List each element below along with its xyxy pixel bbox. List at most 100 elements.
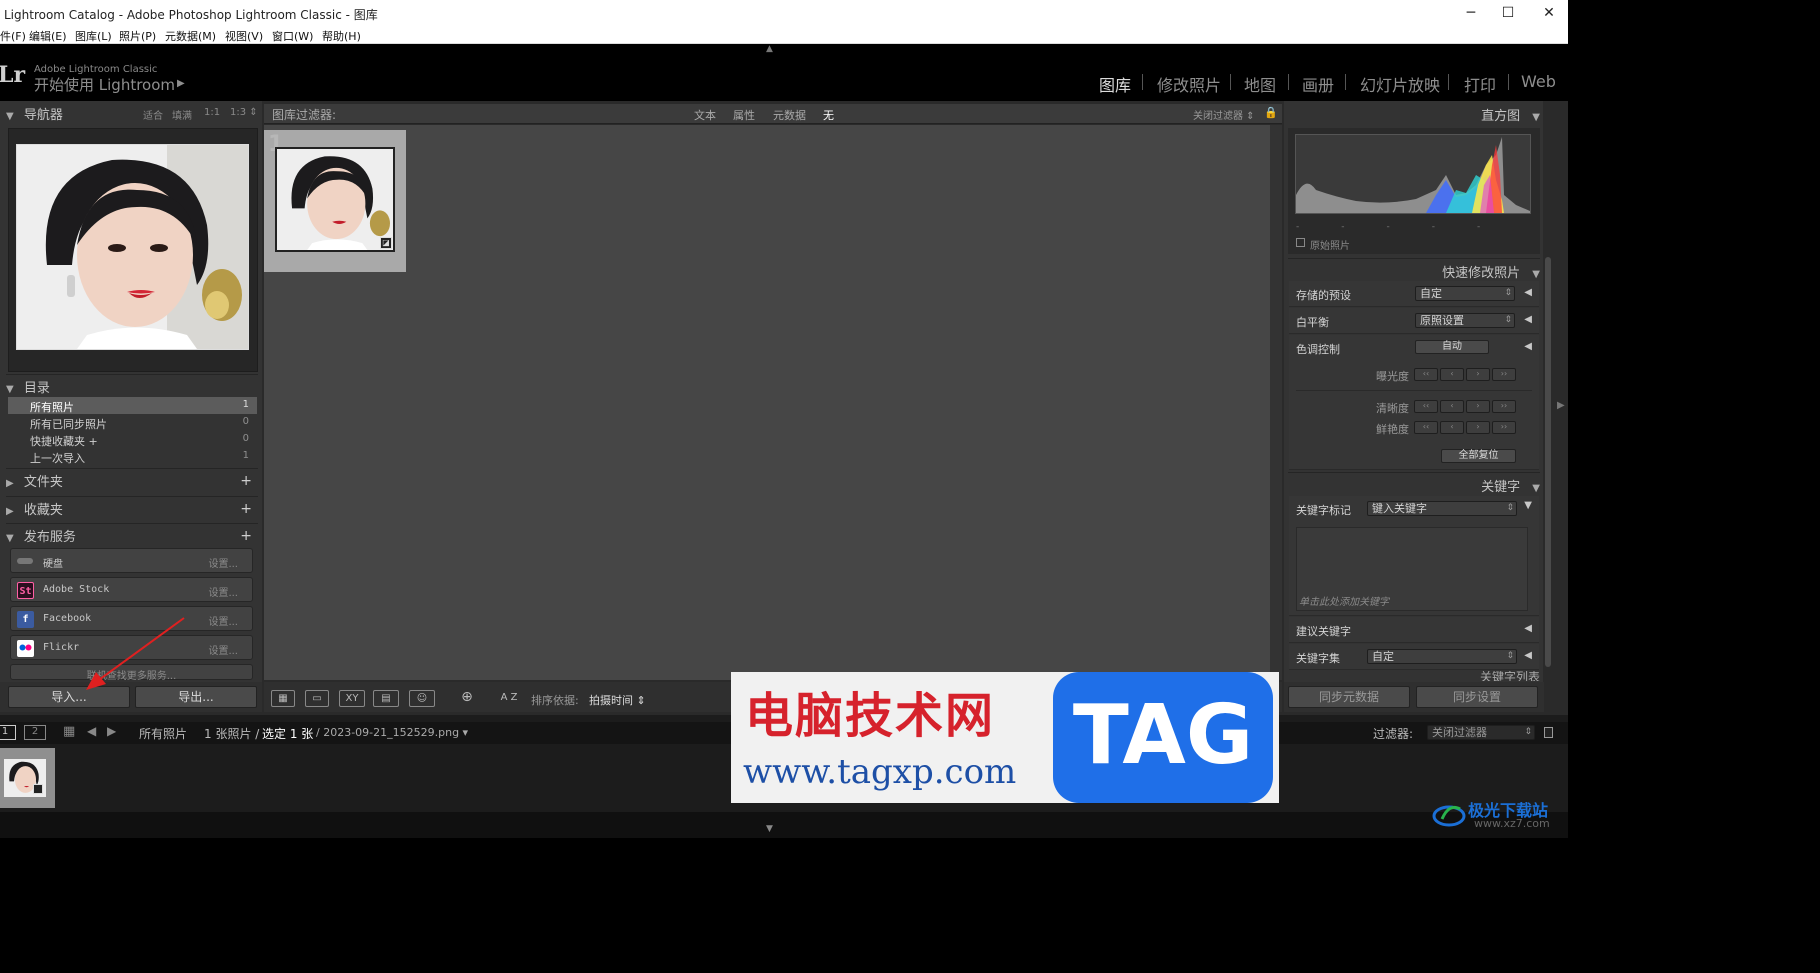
step-up-large[interactable]: ›› xyxy=(1492,400,1516,413)
module-map[interactable]: 地图 xyxy=(1244,72,1276,96)
step-up-large[interactable]: ›› xyxy=(1492,368,1516,381)
clarity-stepper[interactable]: ‹‹ ‹ › ›› xyxy=(1414,400,1516,413)
add-collection-icon[interactable]: + xyxy=(240,501,252,517)
step-down[interactable]: ‹ xyxy=(1440,368,1464,381)
disclosure-left-icon[interactable]: ◀ xyxy=(1524,623,1532,634)
saved-preset-select[interactable]: 自定 xyxy=(1415,286,1515,301)
filmstrip-thumbnail[interactable] xyxy=(0,748,55,808)
catalog-item[interactable]: 所有已同步照片 0 xyxy=(8,414,257,431)
sync-metadata-button[interactable]: 同步元数据 xyxy=(1288,686,1410,708)
thumbnail-image[interactable]: ◪ xyxy=(275,147,395,252)
step-down[interactable]: ‹ xyxy=(1440,400,1464,413)
step-down-large[interactable]: ‹‹ xyxy=(1414,421,1438,434)
vibrance-stepper[interactable]: ‹‹ ‹ › ›› xyxy=(1414,421,1516,434)
catalog-header[interactable]: ▼ 目录 xyxy=(6,374,258,398)
quick-develop-header[interactable]: 快速修改照片 ▼ xyxy=(1288,258,1540,282)
bottom-panel-toggle-icon[interactable]: ▼ xyxy=(766,824,773,834)
keyword-input-area[interactable]: 单击此处添加关键字 xyxy=(1296,527,1528,611)
sort-direction-icon[interactable]: A Z xyxy=(496,690,522,707)
sync-settings-button[interactable]: 同步设置 xyxy=(1416,686,1538,708)
disclosure-left-icon[interactable]: ◀ xyxy=(1524,287,1532,298)
reset-all-button[interactable]: 全部复位 xyxy=(1441,449,1516,463)
people-view-icon[interactable]: ☺ xyxy=(409,690,435,707)
back-arrow-icon[interactable]: ◀ xyxy=(87,724,96,738)
catalog-item[interactable]: 上一次导入 1 xyxy=(8,448,257,465)
sort-select[interactable]: 拍摄时间 ⇕ xyxy=(589,692,646,708)
tagline[interactable]: 开始使用 Lightroom xyxy=(34,74,175,95)
filmstrip-source[interactable]: 所有照片 xyxy=(139,725,187,742)
module-library[interactable]: 图库 xyxy=(1099,72,1131,96)
histogram-header[interactable]: 直方图 ▼ xyxy=(1288,105,1540,129)
maximize-button[interactable]: ☐ xyxy=(1486,0,1530,26)
collections-header[interactable]: ▶ 收藏夹 + xyxy=(6,496,258,520)
filter-tab-metadata[interactable]: 元数据 xyxy=(773,107,806,123)
close-button[interactable]: ✕ xyxy=(1527,0,1568,26)
filter-tab-attribute[interactable]: 属性 xyxy=(733,107,755,123)
keyword-list-header[interactable]: 关键字列表 xyxy=(1288,671,1540,681)
menu-window[interactable]: 窗口(W) xyxy=(272,28,313,44)
scrollbar-thumb[interactable] xyxy=(1545,257,1551,667)
menu-edit[interactable]: 编辑(E) xyxy=(29,28,67,44)
module-book[interactable]: 画册 xyxy=(1302,72,1334,96)
grid-view[interactable] xyxy=(264,125,1270,680)
zoom-1-1[interactable]: 1:1 xyxy=(204,107,220,118)
forward-arrow-icon[interactable]: ▶ xyxy=(107,724,116,738)
disclosure-down-icon[interactable]: ▼ xyxy=(1524,500,1532,511)
step-up[interactable]: › xyxy=(1466,400,1490,413)
step-down[interactable]: ‹ xyxy=(1440,421,1464,434)
painter-icon[interactable]: ⊕ xyxy=(458,690,476,707)
filter-tab-text[interactable]: 文本 xyxy=(694,107,716,123)
module-print[interactable]: 打印 xyxy=(1464,72,1496,96)
filmstrip-filename[interactable]: / 2023-09-21_152529.png ▾ xyxy=(316,726,468,739)
right-panel-scrollbar[interactable] xyxy=(1543,101,1553,712)
zoom-fit[interactable]: 适合 xyxy=(143,107,163,122)
zoom-fill[interactable]: 填满 xyxy=(172,107,192,122)
menu-view[interactable]: 视图(V) xyxy=(225,28,263,44)
top-panel-toggle-icon[interactable]: ▲ xyxy=(766,44,773,54)
filter-tab-none[interactable]: 无 xyxy=(823,107,834,123)
menu-file[interactable]: 件(F) xyxy=(0,28,26,44)
publish-services-header[interactable]: ▼ 发布服务 + xyxy=(6,523,258,547)
filter-presets-select[interactable]: 关闭过滤器 ⇕ xyxy=(1193,107,1255,122)
service-setup-link[interactable]: 设置... xyxy=(208,642,238,657)
keyword-tags-select[interactable]: 键入关键字 xyxy=(1367,501,1517,516)
step-up[interactable]: › xyxy=(1466,421,1490,434)
publish-service-adobe-stock[interactable]: St Adobe Stock 设置... xyxy=(10,577,253,602)
auto-tone-button[interactable]: 自动 xyxy=(1415,340,1489,354)
keyword-set-select[interactable]: 自定 xyxy=(1367,649,1517,664)
menu-library[interactable]: 图库(L) xyxy=(75,28,112,44)
step-down-large[interactable]: ‹‹ xyxy=(1414,400,1438,413)
step-up-large[interactable]: ›› xyxy=(1492,421,1516,434)
step-down-large[interactable]: ‹‹ xyxy=(1414,368,1438,381)
service-setup-link[interactable]: 设置... xyxy=(208,555,238,570)
step-up[interactable]: › xyxy=(1466,368,1490,381)
grid-view-icon[interactable]: ▦ xyxy=(271,690,295,707)
right-panel-toggle-icon[interactable]: ▶ xyxy=(1557,400,1565,411)
add-folder-icon[interactable]: + xyxy=(240,473,252,489)
menu-help[interactable]: 帮助(H) xyxy=(322,28,361,44)
catalog-item[interactable]: 快捷收藏夹 + 0 xyxy=(8,431,257,448)
original-photo-checkbox[interactable] xyxy=(1296,238,1305,247)
menu-metadata[interactable]: 元数据(M) xyxy=(165,28,216,44)
disclosure-left-icon[interactable]: ◀ xyxy=(1524,314,1532,325)
service-setup-link[interactable]: 设置... xyxy=(208,613,238,628)
grid-icon[interactable]: ▦ xyxy=(63,724,75,739)
service-setup-link[interactable]: 设置... xyxy=(208,584,238,599)
menu-photo[interactable]: 照片(P) xyxy=(119,28,156,44)
disclosure-left-icon[interactable]: ◀ xyxy=(1524,341,1532,352)
tagline-arrow-icon[interactable]: ▶ xyxy=(177,78,185,89)
histogram-graph[interactable] xyxy=(1295,134,1531,214)
catalog-item[interactable]: 所有照片 1 xyxy=(8,397,257,414)
module-slideshow[interactable]: 幻灯片放映 xyxy=(1360,72,1440,96)
lock-icon[interactable]: 🔒 xyxy=(1264,106,1278,119)
keywording-header[interactable]: 关键字 ▼ xyxy=(1288,472,1540,496)
filmstrip-filter-select[interactable]: 关闭过滤器 xyxy=(1427,725,1535,740)
survey-view-icon[interactable]: ▤ xyxy=(373,690,399,707)
compare-view-icon[interactable]: XY xyxy=(339,690,365,707)
secondary-display-1[interactable]: 1 xyxy=(0,725,16,740)
exposure-stepper[interactable]: ‹‹ ‹ › ›› xyxy=(1414,368,1516,381)
zoom-1-3[interactable]: 1:3 ⇕ xyxy=(230,107,258,118)
disclosure-left-icon[interactable]: ◀ xyxy=(1524,650,1532,661)
navigator-header[interactable]: ▼ 导航器 适合 填满 1:1 1:3 ⇕ xyxy=(6,104,258,128)
navigator-preview-image[interactable] xyxy=(16,144,249,350)
